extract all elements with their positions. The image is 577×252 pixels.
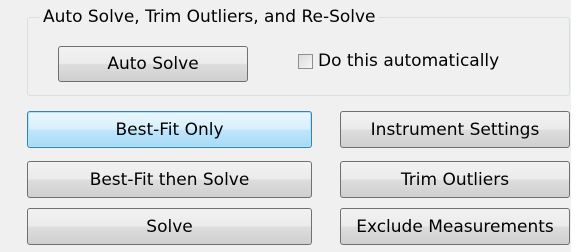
instrument-settings-button[interactable]: Instrument Settings (340, 111, 570, 148)
do-automatically-label: Do this automatically (318, 51, 500, 71)
panel-right-edge (571, 0, 577, 252)
exclude-measurements-button[interactable]: Exclude Measurements (340, 208, 570, 245)
groupbox-title: Auto Solve, Trim Outliers, and Re-Solve (40, 7, 379, 27)
solve-panel: Auto Solve, Trim Outliers, and Re-Solve … (0, 0, 577, 252)
auto-checkbox-row[interactable]: Do this automatically (298, 51, 499, 71)
solve-button[interactable]: Solve (27, 208, 312, 245)
best-fit-then-solve-button[interactable]: Best-Fit then Solve (27, 161, 312, 198)
auto-solve-button[interactable]: Auto Solve (58, 46, 248, 82)
do-automatically-checkbox[interactable] (298, 53, 313, 69)
trim-outliers-button[interactable]: Trim Outliers (340, 161, 570, 198)
best-fit-only-button[interactable]: Best-Fit Only (27, 111, 312, 148)
